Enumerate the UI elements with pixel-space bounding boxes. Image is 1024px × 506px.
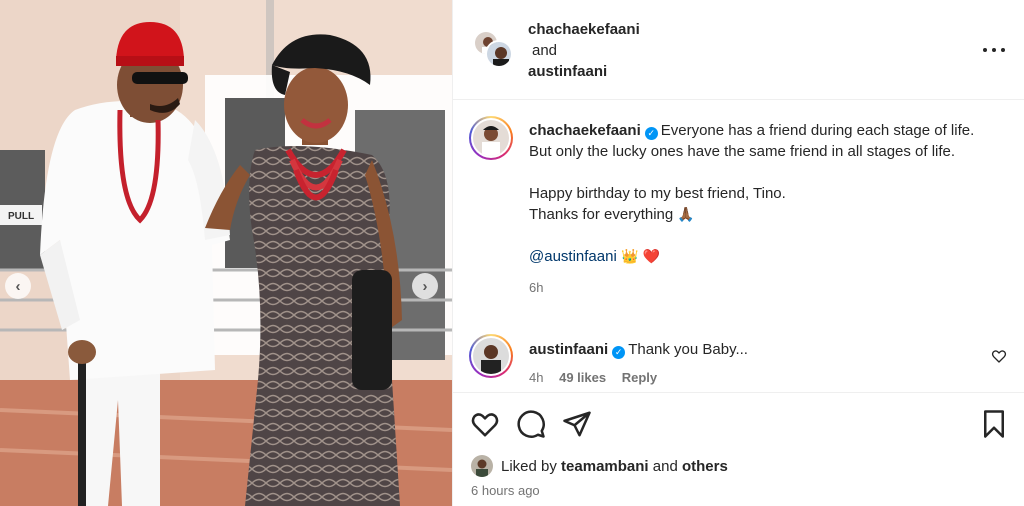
post-timestamp[interactable]: 6 hours ago <box>471 483 540 498</box>
bookmark-icon[interactable] <box>979 409 1009 439</box>
comment-text: Thank you Baby... <box>628 341 748 358</box>
mention-link[interactable]: @austinfaani <box>529 248 617 265</box>
verified-badge-icon: ✓ <box>644 127 658 140</box>
crown-emoji-icon: 👑 <box>620 248 639 264</box>
red-heart-emoji-icon: ❤️ <box>642 248 660 264</box>
comment-item: austinfaani ✓ Thank you Baby... 4h 49 like… <box>469 334 1009 390</box>
collab-avatars[interactable] <box>473 30 513 70</box>
avatar[interactable] <box>469 116 513 160</box>
more-options-icon[interactable] <box>983 40 1005 60</box>
couple-photo-illustration: PULL <box>0 0 452 506</box>
caption-line2a: Happy birthday to my best friend, Tino. <box>529 185 786 202</box>
comment-text-block: austinfaani ✓ Thank you Baby... <box>529 339 999 360</box>
caption-line2b: Thanks for everything <box>529 206 674 223</box>
post-details-panel: chachaekefaani and austinfaani chachaeke… <box>452 0 1024 506</box>
liked-by-user-link[interactable]: teamambani <box>561 458 649 475</box>
comment-icon[interactable] <box>516 409 546 439</box>
avatar <box>485 40 513 68</box>
door-sign-text: PULL <box>8 211 34 222</box>
chevron-right-icon: › <box>422 277 428 295</box>
post-actions: Liked by teamambani and others 6 hours a… <box>453 392 1024 502</box>
caption-text-block: chachaekefaani ✓ Everyone has a friend dur… <box>529 120 999 298</box>
reply-button[interactable]: Reply <box>622 370 657 385</box>
liked-by-others-link[interactable]: others <box>682 458 728 475</box>
prayer-emoji-icon: 🙏🏾 <box>677 206 695 222</box>
joiner-text: and <box>532 42 558 59</box>
comment-username[interactable]: austinfaani <box>529 341 608 358</box>
comment-timestamp[interactable]: 4h <box>529 370 543 385</box>
avatar[interactable] <box>471 455 493 477</box>
chevron-left-icon: ‹ <box>15 277 21 295</box>
liked-by-and: and <box>652 457 678 475</box>
post-header: chachaekefaani and austinfaani <box>453 0 1024 100</box>
caption-username[interactable]: chachaekefaani <box>529 122 641 139</box>
carousel-next-button[interactable]: › <box>412 273 438 299</box>
username-link[interactable]: austinfaani <box>528 61 640 82</box>
username-link[interactable]: chachaekefaani <box>528 19 640 40</box>
collab-usernames: chachaekefaani and austinfaani <box>528 19 640 82</box>
comment-like-heart-icon[interactable] <box>991 348 1007 364</box>
liked-by-line: Liked by teamambani and others <box>471 455 728 477</box>
comment-likes[interactable]: 49 likes <box>559 370 606 385</box>
liked-by-prefix: Liked by <box>501 457 557 475</box>
verified-badge-icon: ✓ <box>612 346 626 359</box>
post-photo: PULL ‹ › <box>0 0 452 506</box>
avatar[interactable] <box>469 334 513 378</box>
carousel-prev-button[interactable]: ‹ <box>5 273 31 299</box>
paper-plane-icon[interactable] <box>562 409 592 439</box>
comment-meta: 4h 49 likes Reply <box>529 370 669 385</box>
caption-timestamp[interactable]: 6h <box>529 277 999 298</box>
heart-icon[interactable] <box>470 409 500 439</box>
